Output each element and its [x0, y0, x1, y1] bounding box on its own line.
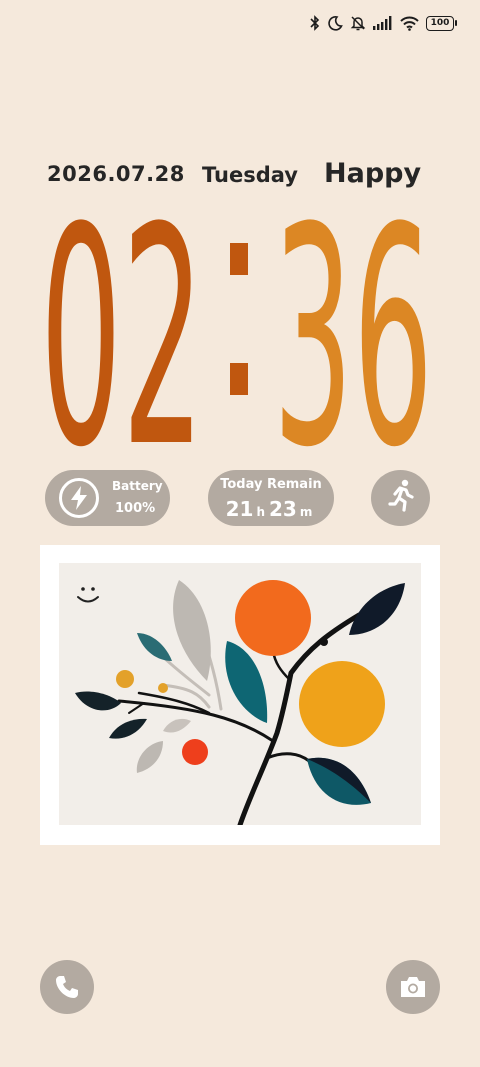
weekday-label: Tuesday: [202, 163, 298, 187]
berry-dark: [320, 638, 328, 646]
fruit-orange: [235, 580, 311, 656]
leaf-grey-small: [136, 741, 163, 773]
phone-shortcut-button[interactable]: [40, 960, 94, 1014]
phone-icon: [56, 976, 78, 998]
remain-hours: 21: [225, 497, 254, 521]
signal-icon: [373, 16, 392, 30]
battery-widget-label: Battery: [112, 479, 163, 493]
camera-icon: [401, 977, 425, 997]
leaf-grey-large: [173, 580, 211, 681]
today-remain-time: 21 h 23 m: [208, 497, 334, 521]
running-icon: [388, 479, 414, 512]
wifi-icon: [400, 16, 419, 31]
camera-shortcut-button[interactable]: [386, 960, 440, 1014]
status-bar: 100: [310, 12, 457, 34]
bell-off-icon: [350, 16, 366, 31]
remain-minutes-unit: m: [299, 505, 313, 519]
remain-hours-unit: h: [256, 505, 266, 519]
leaf-navy-mid: [109, 718, 147, 739]
today-remain-widget[interactable]: Today Remain 21 h 23 m: [208, 470, 334, 526]
berry-yellow-small: [158, 683, 168, 693]
activity-widget[interactable]: [371, 470, 430, 526]
artwork-canvas: [59, 563, 421, 828]
date-row: 2026.07.28 Tuesday Happy: [47, 158, 427, 190]
moon-icon: [328, 16, 343, 31]
date-label: 2026.07.28: [47, 162, 185, 186]
fruit-red: [182, 739, 208, 765]
artwork-widget[interactable]: [40, 545, 440, 845]
fruit-amber: [299, 661, 385, 747]
leaf-teal-small: [137, 633, 172, 661]
leaf-navy-left: [75, 691, 121, 711]
clock-separator-dot-top: [230, 243, 248, 275]
battery-status-value: 100: [430, 17, 450, 28]
battery-widget-value: 100%: [115, 501, 156, 516]
bluetooth-icon: [310, 15, 320, 31]
leaf-grey-mid: [163, 718, 191, 733]
battery-status: 100: [426, 15, 457, 31]
smiley-icon: [77, 587, 99, 603]
clock[interactable]: 02 36: [40, 190, 440, 450]
clock-hours: 02: [40, 190, 204, 450]
clock-minutes: 36: [273, 190, 433, 450]
remain-minutes: 23: [269, 497, 297, 521]
clock-separator-dot-bottom: [230, 363, 248, 395]
berry-yellow: [116, 670, 134, 688]
battery-widget[interactable]: Battery 100%: [45, 470, 170, 526]
lightning-icon: [59, 478, 99, 518]
leaf-navy-top: [349, 583, 405, 635]
greeting-label: Happy: [324, 158, 422, 189]
today-remain-label: Today Remain: [220, 477, 322, 492]
